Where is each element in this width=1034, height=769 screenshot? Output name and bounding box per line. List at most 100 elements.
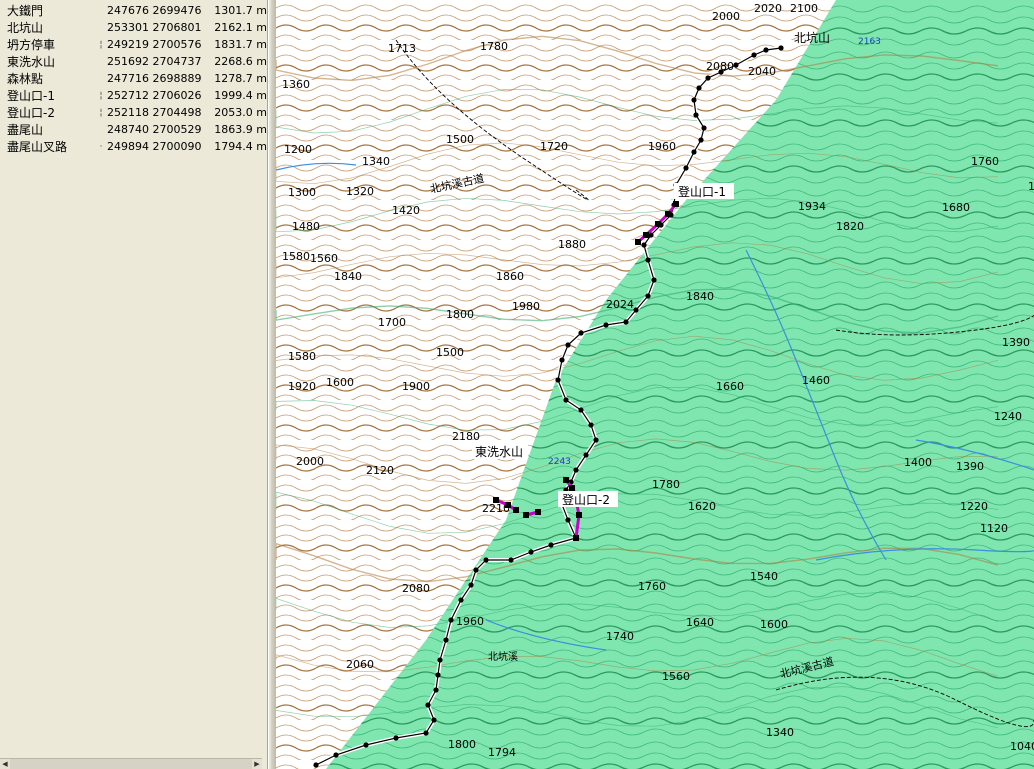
- panel-horizontal-scrollbar[interactable]: ◀ ▶: [0, 758, 262, 769]
- track-point: [393, 735, 399, 741]
- contour-elevation-label: 1480: [292, 220, 320, 233]
- contour-elevation-label: 1794: [488, 746, 516, 759]
- waypoint-list: 大鐵門 247676 2699476 1301.7 m 北坑山 253301 27068…: [0, 0, 267, 155]
- track-point: [623, 319, 629, 325]
- contour-elevation-label: 1920: [288, 380, 316, 393]
- contour-elevation-label: 1340: [766, 726, 794, 739]
- waypoint-panel: 大鐵門 247676 2699476 1301.7 m 北坑山 253301 27068…: [0, 0, 268, 769]
- contour-elevation-label: 1960: [648, 140, 676, 153]
- contour-elevation-label: 1560: [310, 252, 338, 265]
- contour-elevation-label: 2080: [402, 582, 430, 595]
- waypoint-row[interactable]: 盡尾山叉路 · 249894 2700090 1794.4 m: [0, 138, 267, 155]
- waypoint-row[interactable]: 登山口-1 ¦ 252712 2706026 1999.4 m: [0, 87, 267, 104]
- track-point: [645, 293, 651, 299]
- track-point: [683, 165, 689, 171]
- track-point: [435, 672, 441, 678]
- track-point: [583, 452, 589, 458]
- track-point: [751, 52, 757, 58]
- waypoint-row[interactable]: 大鐵門 247676 2699476 1301.7 m: [0, 2, 267, 19]
- peak-elevation-label: 2210: [482, 502, 510, 515]
- track-point: [313, 762, 319, 768]
- contour-elevation-label: 1660: [716, 380, 744, 393]
- track-point: [651, 277, 657, 283]
- track-point: [565, 342, 571, 348]
- dengshan2-label: 登山口-2: [558, 491, 618, 507]
- track-point: [528, 549, 534, 555]
- scroll-right-arrow-icon[interactable]: ▶: [252, 759, 262, 769]
- track-square-point: [643, 232, 649, 238]
- waypoint-row[interactable]: 東洗水山 251692 2704737 2268.6 m: [0, 53, 267, 70]
- waypoint-row[interactable]: 森林點 247716 2698889 1278.7 m: [0, 70, 267, 87]
- waypoint-elevation: 2053.0 m: [214, 106, 267, 119]
- waypoint-elevation: 1831.7 m: [214, 38, 267, 51]
- contour-elevation-label: 1760: [971, 155, 999, 168]
- waypoint-row[interactable]: 坍方停車 ¦ 249219 2700576 1831.7 m: [0, 36, 267, 53]
- contour-elevation-label: 1320: [346, 185, 374, 198]
- waypoint-name: 登山口-2: [7, 106, 55, 120]
- panel-splitter[interactable]: [268, 0, 276, 769]
- beikeng-elevation: 2163: [858, 37, 881, 47]
- contour-elevation-label: 1500: [446, 133, 474, 146]
- track-point: [437, 657, 443, 663]
- waypoint-mark: ¦: [99, 107, 103, 118]
- waypoint-name: 東洗水山: [7, 55, 56, 69]
- waypoint-row[interactable]: 盡尾山 248740 2700529 1863.9 m: [0, 121, 267, 138]
- track-point: [363, 742, 369, 748]
- track-point: [691, 97, 697, 103]
- contour-elevation-label: 1340: [362, 155, 390, 168]
- scroll-left-arrow-icon[interactable]: ◀: [0, 759, 10, 769]
- waypoint-coords: 248740 2700529: [107, 123, 202, 136]
- waypoint-mark: ·: [99, 141, 103, 152]
- track-point: [696, 85, 702, 91]
- waypoint-mark: ¦: [99, 39, 103, 50]
- waypoint-elevation: 1278.7 m: [214, 72, 267, 85]
- contour-elevation-label: 1980: [512, 300, 540, 313]
- contour-elevation-label: 1460: [802, 374, 830, 387]
- waypoint-coords: 247716 2698889: [107, 72, 202, 85]
- contour-elevation-label: 1960: [456, 615, 484, 628]
- track-point: [691, 149, 697, 155]
- waypoint-name: 盡尾山: [7, 123, 44, 137]
- track-point: [423, 730, 429, 736]
- track-square-point: [665, 211, 671, 217]
- contour-elevation-label: 1300: [288, 186, 316, 199]
- contour-elevation-label: 1713: [388, 42, 416, 55]
- waypoint-name: 登山口-1: [7, 89, 55, 103]
- track-point: [468, 582, 474, 588]
- waypoint-elevation: 2162.1 m: [214, 21, 267, 34]
- waypoint-name: 森林點: [7, 72, 44, 86]
- track-square-point: [673, 201, 679, 207]
- track-point: [473, 567, 479, 573]
- contour-elevation-label: 1680: [942, 201, 970, 214]
- contour-elevation-label: 1400: [904, 456, 932, 469]
- contour-elevation-label: 1780: [480, 40, 508, 53]
- topographic-map[interactable]: 1713 1780 1360 1500 1720 1960 2080 2000 2020 2100…: [276, 0, 1034, 769]
- track-point: [733, 62, 739, 68]
- contour-elevation-label: 1040: [1010, 740, 1034, 753]
- contour-elevation-label: 1390: [1002, 336, 1030, 349]
- track-point: [701, 125, 707, 131]
- track-square-point: [523, 512, 529, 518]
- contour-elevation-label: 1740: [606, 630, 634, 643]
- contour-elevation-label: 1580: [288, 350, 316, 363]
- waypoint-elevation: 1301.7 m: [214, 4, 267, 17]
- track-square-point: [535, 509, 541, 515]
- contour-elevation-label: 2120: [366, 464, 394, 477]
- contour-elevation-label: 1240: [994, 410, 1022, 423]
- contour-elevation-label: 1720: [540, 140, 568, 153]
- contour-elevation-label: 2000: [296, 455, 324, 468]
- contour-elevation-label: 1700: [378, 316, 406, 329]
- map-canvas[interactable]: 1713 1780 1360 1500 1720 1960 2080 2000 2020 2100…: [276, 0, 1034, 769]
- waypoint-elevation: 1863.9 m: [214, 123, 267, 136]
- waypoint-row[interactable]: 登山口-2 ¦ 252118 2704498 2053.0 m: [0, 104, 267, 121]
- track-point: [483, 557, 489, 563]
- contour-elevation-label: 2024: [606, 298, 634, 311]
- track-point: [458, 597, 464, 603]
- waypoint-elevation: 1794.4 m: [214, 140, 267, 153]
- contour-elevation-label: 1934: [798, 200, 826, 213]
- track-point: [698, 137, 704, 143]
- waypoint-row[interactable]: 北坑山 253301 2706801 2162.1 m: [0, 19, 267, 36]
- contour-elevation-label: 1500: [436, 346, 464, 359]
- dengshan2-name: 登山口-2: [562, 492, 610, 507]
- track-point: [578, 330, 584, 336]
